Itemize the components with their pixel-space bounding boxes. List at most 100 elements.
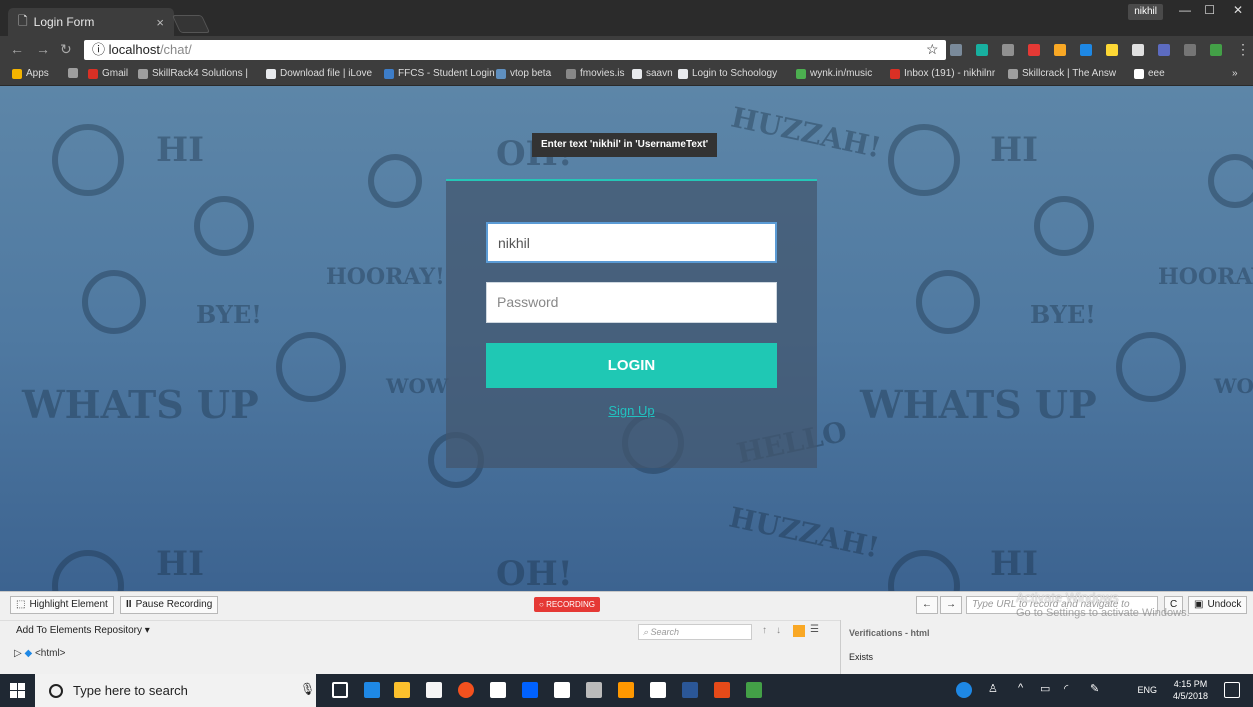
back-arrow-button[interactable]: ←: [916, 596, 938, 614]
username-input[interactable]: nikhil: [486, 222, 777, 263]
highlight-element-button[interactable]: ⬚ Highlight Element: [10, 596, 114, 614]
battery-icon[interactable]: ▭: [1040, 682, 1056, 698]
page-icon: [138, 68, 148, 79]
minimize-icon[interactable]: —: [1179, 3, 1191, 17]
file-explorer-icon[interactable]: [394, 682, 410, 698]
cortana-icon: [49, 683, 63, 698]
pause-recording-button[interactable]: II Pause Recording: [120, 596, 219, 614]
word-icon[interactable]: [682, 682, 698, 698]
pen-icon[interactable]: ✎: [1090, 682, 1106, 698]
microphone-icon[interactable]: 🎙: [300, 682, 316, 698]
maximize-icon[interactable]: ☐: [1204, 3, 1215, 17]
bookmark-schoology[interactable]: Login to Schoology: [678, 68, 777, 79]
element-search-input[interactable]: ⌕ Search: [638, 624, 752, 640]
bookmark-eee[interactable]: eee: [1134, 68, 1165, 79]
deco-word: HI: [990, 130, 1039, 170]
edge-icon[interactable]: [364, 682, 380, 698]
extension-icon[interactable]: [1106, 44, 1118, 56]
amazon-icon[interactable]: [490, 682, 506, 698]
close-window-icon[interactable]: ✕: [1233, 3, 1243, 17]
wifi-icon[interactable]: ◜: [1064, 682, 1080, 698]
xampp-icon[interactable]: [714, 682, 730, 698]
address-bar[interactable]: ⓘ localhost/chat/: [84, 40, 946, 60]
dropbox-icon[interactable]: [522, 682, 538, 698]
store-icon[interactable]: [426, 682, 442, 698]
bookmark-vtop[interactable]: vtop beta: [496, 68, 551, 79]
extension-icon[interactable]: [1210, 44, 1222, 56]
back-icon[interactable]: ←: [10, 41, 24, 57]
bookmark-page[interactable]: [68, 68, 82, 78]
down-icon[interactable]: ↓: [776, 625, 781, 636]
taskbar-clock[interactable]: 4:15 PM 4/5/2018: [1173, 678, 1208, 702]
deco-word: BYE!: [196, 300, 262, 329]
bookmark-fmovies[interactable]: fmovies.is: [566, 68, 624, 79]
extension-icon[interactable]: [1054, 44, 1066, 56]
new-tab-button[interactable]: [171, 15, 211, 33]
language-indicator[interactable]: ENG: [1137, 685, 1157, 695]
bookmark-wynk[interactable]: wynk.in/music: [796, 68, 872, 79]
chrome-icon[interactable]: [458, 682, 474, 698]
sublime-icon[interactable]: [618, 682, 634, 698]
tree-icon[interactable]: [793, 625, 805, 637]
expand-icon[interactable]: ▷: [14, 648, 24, 659]
profile-badge[interactable]: nikhil: [1128, 4, 1163, 20]
dom-tree-node[interactable]: ▷ ◆ <html>: [14, 648, 66, 659]
extension-icon[interactable]: [1080, 44, 1092, 56]
sign-up-link[interactable]: Sign Up: [446, 403, 817, 418]
bookmark-skillrack[interactable]: SkillRack4 Solutions |: [138, 68, 248, 79]
highlight-icon: ⬚: [16, 599, 26, 610]
extension-icon[interactable]: [976, 44, 988, 56]
verifications-title: Verifications - html: [849, 628, 930, 638]
reload-icon[interactable]: ↻: [60, 41, 72, 58]
exists-verification[interactable]: Exists: [849, 652, 873, 662]
bookmark-apps[interactable]: Apps: [12, 68, 49, 79]
extension-icon[interactable]: [950, 44, 962, 56]
bookmark-ilove[interactable]: Download file | iLove: [266, 68, 372, 79]
bookmark-saavn[interactable]: saavn: [632, 68, 673, 79]
gmail-icon: [88, 68, 98, 79]
up-icon[interactable]: ↑: [762, 625, 767, 636]
bookmark-ffcs[interactable]: FFCS - Student Login: [384, 68, 495, 79]
extension-icon[interactable]: [1158, 44, 1170, 56]
password-input[interactable]: Password: [486, 282, 777, 323]
list-icon[interactable]: ☰: [810, 624, 819, 635]
forward-arrow-button[interactable]: →: [940, 596, 962, 614]
chevron-up-icon[interactable]: ^: [1018, 682, 1034, 698]
windows-taskbar: Type here to search 🎙 ♙ ^ ▭ ◜ ✎ ENG 4:15…: [0, 674, 1253, 707]
bookmarks-more[interactable]: »: [1232, 68, 1238, 79]
extension-icon[interactable]: [1132, 44, 1144, 56]
bookmark-inbox[interactable]: Inbox (191) - nikhilnr: [890, 68, 995, 79]
forward-icon[interactable]: →: [36, 41, 50, 57]
gmail-icon: [890, 68, 900, 79]
notification-icon[interactable]: [1224, 682, 1240, 698]
windows-start-icon[interactable]: [10, 683, 25, 698]
app-icon[interactable]: [650, 682, 666, 698]
bookmark-skillcrack[interactable]: Skillcrack | The Answ: [1008, 68, 1116, 79]
undock-icon: ▣: [1194, 599, 1204, 610]
bookmark-gmail[interactable]: Gmail: [88, 68, 128, 79]
google-icon: [632, 68, 642, 79]
people-icon[interactable]: ♙: [988, 682, 1004, 698]
tab-login-form[interactable]: 🗋 Login Form ×: [8, 8, 174, 36]
extension-icon[interactable]: [1002, 44, 1014, 56]
help-icon[interactable]: [956, 682, 972, 698]
app-icon[interactable]: [746, 682, 762, 698]
undock-button[interactable]: ▣ Undock: [1188, 596, 1248, 614]
tab-close-icon[interactable]: ×: [156, 15, 164, 30]
extension-icon[interactable]: [1028, 44, 1040, 56]
forward-icon: →: [946, 599, 956, 610]
login-button[interactable]: LOGIN: [486, 343, 777, 388]
deco-word: HI: [156, 130, 205, 170]
add-to-repository-button[interactable]: Add To Elements Repository ▾: [16, 625, 150, 636]
menu-icon[interactable]: ⋮: [1236, 41, 1250, 58]
grin-face-icon: [52, 550, 124, 591]
extension-icon[interactable]: [1184, 44, 1196, 56]
mail-icon[interactable]: [554, 682, 570, 698]
grin-face-icon: [52, 124, 124, 196]
taskbar-search-input[interactable]: Type here to search: [35, 674, 316, 707]
activate-windows-subtitle: Go to Settings to activate Windows.: [1016, 607, 1190, 619]
star-icon[interactable]: ☆: [926, 41, 939, 58]
activate-windows-title: Activate Windows: [1016, 590, 1119, 605]
infinity-icon[interactable]: [586, 682, 602, 698]
task-view-icon[interactable]: [332, 682, 348, 698]
